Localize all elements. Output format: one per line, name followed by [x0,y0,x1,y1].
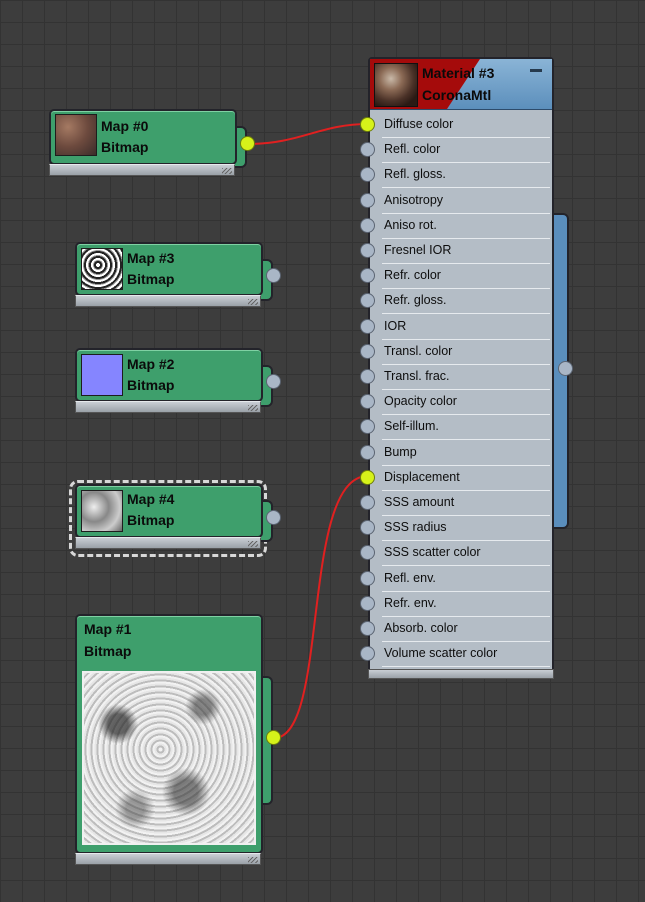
input-slot-opacity-color[interactable]: Opacity color [382,390,550,416]
color-swatch-thumbnail [81,354,123,396]
map-type: Bitmap [84,643,132,659]
wire-map1-to-displacement [273,475,369,739]
noise-texture-thumbnail [81,248,123,290]
input-slot-volume-scatter-color[interactable]: Volume scatter color [382,642,550,668]
material-type: CoronaMtl [422,87,492,103]
input-slot-displacement[interactable]: Displacement [382,466,550,491]
slot-label: IOR [384,318,407,333]
slot-label: Fresnel IOR [384,243,452,257]
input-slot-refl-env[interactable]: Refl. env. [382,567,550,592]
input-slot-anisotropy[interactable]: Anisotropy [382,189,550,214]
map-type: Bitmap [127,377,175,393]
wire-map0-to-diffuse [247,123,369,145]
input-socket[interactable] [360,293,375,309]
input-socket[interactable] [360,243,375,258]
map-name: Map #0 [101,118,149,134]
slot-label: Refl. gloss. [384,167,446,182]
input-slot-refr-gloss[interactable]: Refr. gloss. [382,289,550,315]
slot-label: Transl. color [384,343,453,358]
input-slot-sss-amount[interactable]: SSS amount [382,491,550,516]
slot-label: Transl. frac. [384,369,450,383]
input-slot-aniso-rot[interactable]: Aniso rot. [382,214,550,239]
output-socket[interactable] [266,730,281,745]
map-name: Map #2 [127,356,175,372]
input-slot-self-illum[interactable]: Self-illum. [382,415,550,441]
slot-label: Refl. color [384,142,441,157]
slot-label: Refr. env. [384,595,437,610]
map-type: Bitmap [127,512,175,528]
input-slot-refl-color[interactable]: Refl. color [382,138,550,164]
input-socket[interactable] [360,343,375,359]
input-socket[interactable] [360,419,375,435]
input-socket[interactable] [360,142,375,158]
input-socket[interactable] [360,117,375,132]
slot-label: SSS scatter color [384,545,481,560]
slot-label: Self-illum. [384,419,439,434]
input-socket[interactable] [360,217,375,233]
slot-label: Refr. color [384,268,441,283]
input-slot-ior[interactable]: IOR [382,315,550,340]
map-name: Map #1 [84,621,132,637]
map-name: Map #3 [127,250,175,266]
slot-label: Refr. gloss. [384,293,447,308]
collapse-icon[interactable] [530,69,542,72]
material-output-socket[interactable] [558,361,573,376]
input-slot-transl-color[interactable]: Transl. color [382,340,550,365]
input-slot-bump[interactable]: Bump [382,441,550,466]
grunge-texture-thumbnail [81,490,123,532]
map-type: Bitmap [101,139,149,155]
slot-label: Opacity color [384,394,457,409]
input-socket[interactable] [360,646,375,662]
slot-label: Absorb. color [384,621,458,635]
rust-texture-thumbnail [55,114,97,156]
slot-label: SSS radius [384,520,447,535]
input-socket[interactable] [360,167,375,183]
slot-label: Volume scatter color [384,646,498,661]
slot-label: Diffuse color [384,117,454,131]
input-socket[interactable] [360,520,375,536]
input-socket[interactable] [360,318,375,334]
material-node[interactable]: Material #3 CoronaMtl Diffuse color Refl.… [360,57,554,677]
slot-label: Aniso rot. [384,217,437,232]
input-slot-refl-gloss[interactable]: Refl. gloss. [382,163,550,189]
slot-label: Displacement [384,469,460,484]
material-sphere-thumbnail [374,63,418,107]
input-socket[interactable] [360,595,375,611]
input-slot-absorb-color[interactable]: Absorb. color [382,617,550,642]
input-socket[interactable] [360,469,375,485]
input-socket[interactable] [360,495,375,510]
output-socket[interactable] [266,510,281,525]
concrete-texture-preview [82,671,256,845]
input-socket[interactable] [360,621,375,636]
input-slot-fresnel-ior[interactable]: Fresnel IOR [382,239,550,264]
material-title: Material #3 [422,65,495,81]
map-type: Bitmap [127,271,175,287]
output-socket[interactable] [240,136,255,151]
input-slot-diffuse-color[interactable]: Diffuse color [382,113,550,138]
input-socket[interactable] [360,268,375,284]
input-socket[interactable] [360,369,375,384]
input-socket[interactable] [360,545,375,561]
material-footer [368,669,554,679]
output-socket[interactable] [266,268,281,283]
material-header[interactable]: Material #3 CoronaMtl [370,59,552,110]
map-name: Map #4 [127,491,175,507]
input-slot-sss-radius[interactable]: SSS radius [382,516,550,542]
input-socket[interactable] [360,570,375,586]
input-socket[interactable] [360,192,375,208]
input-slot-transl-frac[interactable]: Transl. frac. [382,365,550,390]
slot-label: Refl. env. [384,570,436,585]
input-slot-refr-color[interactable]: Refr. color [382,264,550,290]
input-socket[interactable] [360,444,375,460]
slot-label: Bump [384,444,417,459]
input-socket[interactable] [360,394,375,410]
input-slot-refr-env[interactable]: Refr. env. [382,592,550,617]
slot-label: SSS amount [384,495,455,509]
input-slot-sss-scatter-color[interactable]: SSS scatter color [382,541,550,567]
output-socket[interactable] [266,374,281,389]
slot-label: Anisotropy [384,192,444,207]
